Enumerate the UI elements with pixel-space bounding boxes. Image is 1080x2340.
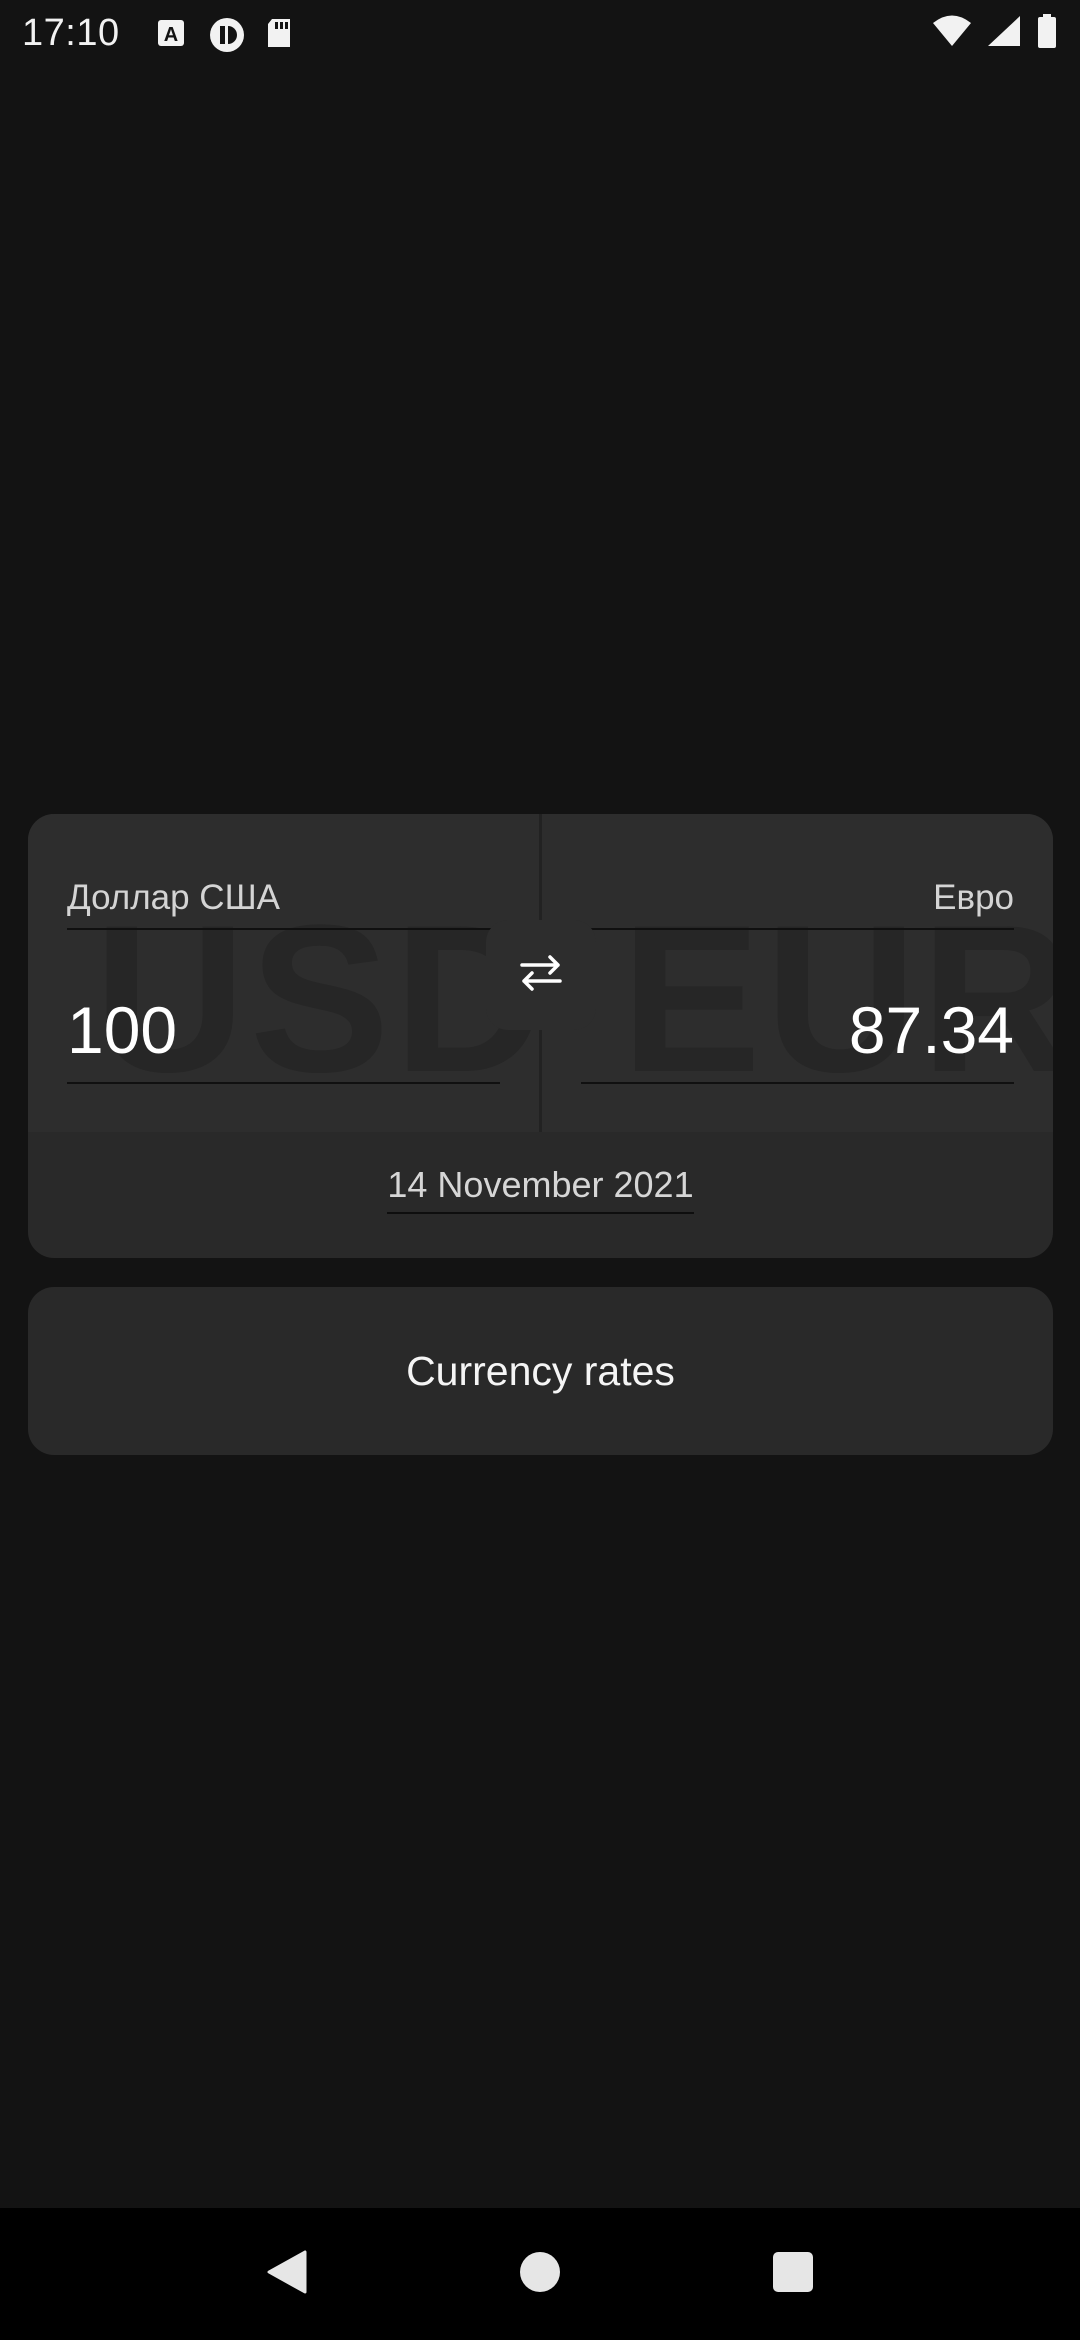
status-left: 17:10 A [22,12,296,55]
navigation-bar [0,2208,1080,2340]
from-currency-panel[interactable]: USD Доллар США 100 [28,814,540,1132]
svg-text:A: A [163,24,177,46]
signal-icon [986,14,1022,53]
to-currency-name[interactable]: Евро [581,878,1014,930]
ring-icon [208,16,244,52]
home-button[interactable] [510,2244,570,2304]
converter-top: USD Доллар США 100 EUR Евро 87.34 [28,814,1053,1132]
home-circle-icon [518,2250,562,2299]
to-currency-panel[interactable]: EUR Евро 87.34 [541,814,1053,1132]
back-button[interactable] [257,2244,317,2304]
converter-card: USD Доллар США 100 EUR Евро 87.34 14 Nov… [28,814,1053,1258]
currency-rates-button[interactable]: Currency rates [28,1287,1053,1455]
back-triangle-icon [265,2248,309,2301]
recents-button[interactable] [763,2244,823,2304]
status-bar: 17:10 A [0,0,1080,66]
to-amount-input[interactable]: 87.34 [581,992,1014,1084]
swap-button[interactable] [486,920,596,1030]
a-box-icon: A [154,16,188,50]
from-amount-input[interactable]: 100 [67,992,500,1084]
from-currency-name[interactable]: Доллар США [67,878,500,930]
sd-card-icon [262,16,296,50]
date-row: 14 November 2021 [28,1132,1053,1258]
screen: 17:10 A USD Доллар США 100 EUR Евро 87.3… [0,0,1080,2340]
wifi-icon [932,14,972,53]
status-right [932,13,1058,54]
status-time: 17:10 [22,11,120,54]
swap-arrows-icon [516,951,566,1000]
battery-icon [1036,13,1058,54]
recents-square-icon [771,2250,815,2299]
date-picker[interactable]: 14 November 2021 [387,1164,694,1214]
